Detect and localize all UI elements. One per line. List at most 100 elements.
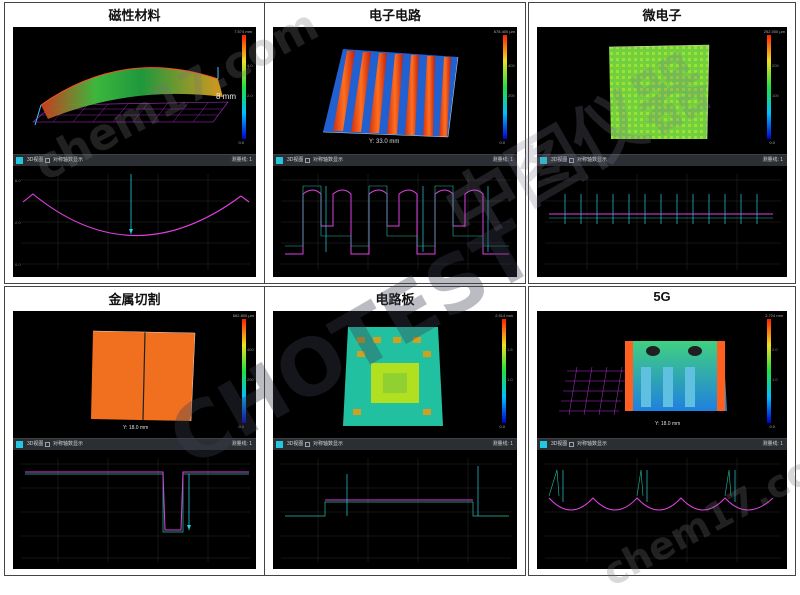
panel-pcb: 电路板 1.5 1.0 2.514 mm 0.0 3D视图 对称轴数显示 测量线… (264, 286, 526, 576)
profile-toolbar: 3D视图 对称轴数显示 测量线: 1 (273, 154, 517, 166)
profile-plot[interactable] (13, 450, 256, 569)
3d-view[interactable]: 400 200 662.800 µm 0.0 Y: 18.0 mm (13, 311, 256, 438)
view-mode-button[interactable]: 3D视图 (287, 439, 303, 450)
svg-text:1.5: 1.5 (507, 347, 513, 352)
color-scale-min: 0.0 (499, 140, 505, 145)
color-scale-min: 0.0 (238, 424, 244, 429)
color-scale-max: 2.724 mm (765, 313, 783, 318)
color-scale-max: 678.400 µm (493, 29, 515, 34)
app-logo-icon (16, 157, 23, 164)
axis-display-checkbox[interactable] (45, 158, 50, 163)
svg-text:0.0: 0.0 (15, 262, 21, 267)
axis-display-label: 对称轴数显示 (577, 441, 608, 447)
svg-text:100: 100 (772, 93, 779, 98)
profile-chart (281, 458, 511, 562)
axis-display-label: 对称轴数显示 (577, 157, 608, 163)
color-scale-max: 2.514 mm (495, 313, 513, 318)
axis-display-checkbox[interactable] (569, 158, 574, 163)
measurement-viewer: 200 100 252.000 µm 0.0 3D视图 对称轴数显示 测量线: 1 (537, 27, 787, 277)
measure-line-count: 测量线: 1 (231, 441, 252, 447)
svg-text:200: 200 (508, 93, 515, 98)
color-scale-max: 662.800 µm (232, 313, 254, 318)
profile-plot[interactable] (273, 166, 517, 277)
panel-circuit: 电子电路 400 200 678.400 µm 0.0 Y: 33.0 mm 3… (264, 2, 526, 284)
axis-display-label: 对称轴数显示 (53, 157, 84, 163)
app-logo-icon (540, 157, 547, 164)
measurement-viewer: 1.5 1.0 2.514 mm 0.0 3D视图 对称轴数显示 测量线: 1 (273, 311, 517, 569)
3d-view[interactable]: 1.5 1.0 2.514 mm 0.0 (273, 311, 517, 438)
3d-surface-render: 1.5 1.0 (343, 319, 513, 426)
color-scale-min: 0.0 (769, 140, 775, 145)
app-logo-icon (276, 441, 283, 448)
color-scale-max: 7.574 mm (234, 29, 252, 34)
axis-display-checkbox[interactable] (45, 442, 50, 447)
measurement-viewer: 400 200 662.800 µm 0.0 Y: 18.0 mm 3D视图 对称… (13, 311, 256, 569)
panel-title: 5G (653, 289, 671, 304)
app-logo-icon (16, 441, 23, 448)
color-scale-max: 252.000 µm (763, 29, 785, 34)
view-mode-button[interactable]: 3D视图 (551, 439, 567, 450)
dimension-label: 8 mm (216, 92, 236, 101)
panel-title: 磁性材料 (108, 9, 161, 24)
3d-view[interactable]: 200 100 252.000 µm 0.0 (537, 27, 787, 154)
3d-surface-render: 400 200 (322, 35, 515, 139)
measure-line-count: 测量线: 1 (492, 157, 513, 163)
svg-text:1.0: 1.0 (772, 377, 778, 382)
svg-text:400: 400 (508, 63, 515, 68)
app-logo-icon (276, 157, 283, 164)
profile-plot[interactable] (537, 450, 787, 569)
axis-display-label: 对称轴数显示 (313, 441, 344, 447)
panel-title: 电路板 (375, 293, 415, 308)
view-mode-button[interactable]: 3D视图 (27, 439, 43, 450)
profile-plot[interactable] (537, 166, 787, 277)
measurement-viewer: 4.0 2.0 7.574 mm 0.0 8 mm 3D视图 对称轴数显示 测量线… (13, 27, 256, 277)
panel-microelectronics: 微电子 200 100 252.000 µm 0.0 3D视图 对称轴数显示 测量… (528, 2, 796, 284)
panel-magnetic: 磁性材料 4.0 2.0 7.574 mm 0.0 8 mm 3D视图 对称轴数… (4, 2, 265, 284)
app-logo-icon (540, 441, 547, 448)
svg-text:200: 200 (247, 377, 254, 382)
profile-plot[interactable] (273, 450, 517, 569)
profile-chart (21, 458, 250, 562)
view-mode-button[interactable]: 3D视图 (287, 155, 303, 166)
svg-text:400: 400 (247, 347, 254, 352)
profile-chart (545, 174, 781, 270)
view-mode-button[interactable]: 3D视图 (27, 155, 43, 166)
3d-view[interactable]: 400 200 678.400 µm 0.0 Y: 33.0 mm (273, 27, 517, 154)
panel-5g: 5G 2.0 1.0 2.724 mm 0.0 Y: 18.0 mm 3D视图 … (528, 286, 796, 576)
profile-toolbar: 3D视图 对称轴数显示 测量线: 1 (537, 438, 787, 450)
axis-display-checkbox[interactable] (569, 442, 574, 447)
y-axis-length: Y: 18.0 mm (655, 421, 681, 427)
svg-text:6.0: 6.0 (15, 178, 21, 183)
y-axis-length: Y: 33.0 mm (369, 139, 400, 145)
measure-line-count: 测量线: 1 (762, 157, 783, 163)
svg-text:200: 200 (772, 63, 779, 68)
measure-line-count: 测量线: 1 (492, 441, 513, 447)
3d-surface-render: 4.0 2.0 (32, 35, 253, 139)
profile-plot[interactable]: 6.0 2.0 0.0 (13, 166, 256, 277)
axis-display-label: 对称轴数显示 (313, 157, 344, 163)
profile-toolbar: 3D视图 对称轴数显示 测量线: 1 (13, 438, 256, 450)
panel-title: 电子电路 (368, 9, 421, 24)
color-scale-min: 0.0 (238, 140, 244, 145)
3d-view[interactable]: 2.0 1.0 2.724 mm 0.0 Y: 18.0 mm (537, 311, 787, 438)
color-scale-min: 0.0 (499, 424, 505, 429)
svg-text:4.0: 4.0 (247, 63, 253, 68)
measure-line-count: 测量线: 1 (231, 157, 252, 163)
profile-chart: 6.0 2.0 0.0 (15, 174, 250, 270)
3d-surface-render: 400 200 (91, 319, 254, 423)
svg-text:2.0: 2.0 (772, 347, 778, 352)
svg-text:1.0: 1.0 (507, 377, 513, 382)
y-axis-length: Y: 18.0 mm (123, 425, 149, 431)
color-scale-min: 0.0 (769, 424, 775, 429)
axis-display-checkbox[interactable] (305, 158, 310, 163)
profile-chart (281, 174, 511, 270)
3d-view[interactable]: 4.0 2.0 7.574 mm 0.0 8 mm (13, 27, 256, 154)
profile-chart (545, 458, 781, 562)
view-mode-button[interactable]: 3D视图 (551, 155, 567, 166)
axis-display-checkbox[interactable] (305, 442, 310, 447)
panel-title: 微电子 (642, 9, 682, 24)
panel-metal-cutting: 金属切割 400 200 662.800 µm 0.0 Y: 18.0 mm 3D… (4, 286, 265, 576)
svg-text:2.0: 2.0 (15, 220, 21, 225)
axis-display-label: 对称轴数显示 (53, 441, 84, 447)
panel-title: 金属切割 (108, 293, 161, 308)
